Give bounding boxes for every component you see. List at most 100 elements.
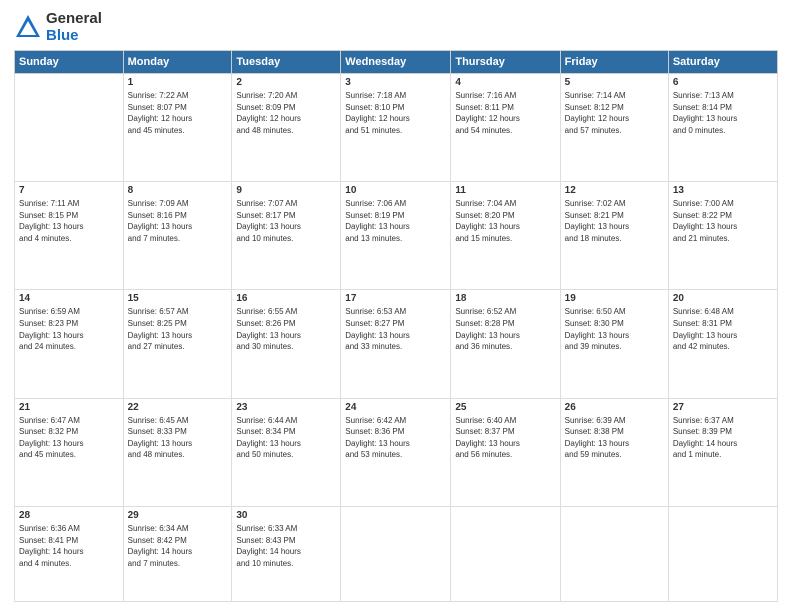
calendar-cell: [451, 506, 560, 601]
calendar-cell: 10 Sunrise: 7:06 AM Sunset: 8:19 PM Dayli…: [341, 182, 451, 290]
day-number: 23: [236, 402, 336, 413]
calendar-cell: 11 Sunrise: 7:04 AM Sunset: 8:20 PM Dayli…: [451, 182, 560, 290]
calendar-cell: 17Sunrise: 6:53 AM Sunset: 8:27 PM Dayli…: [341, 290, 451, 398]
day-number: 3: [345, 77, 446, 88]
day-number: 29: [128, 510, 228, 521]
day-info: Sunrise: 6:37 AM Sunset: 8:39 PM Dayligh…: [673, 415, 773, 461]
calendar-cell: 18 Sunrise: 6:52 AM Sunset: 8:28 PM Dayli…: [451, 290, 560, 398]
calendar-cell: 5 Sunrise: 7:14 AM Sunset: 8:12 PM Daylig…: [560, 74, 668, 182]
calendar-cell: 2Sunrise: 7:20 AM Sunset: 8:09 PM Daylig…: [232, 74, 341, 182]
logo-text: General Blue: [46, 10, 102, 44]
day-number: 24: [345, 402, 446, 413]
calendar-cell: 8 Sunrise: 7:09 AM Sunset: 8:16 PM Daylig…: [123, 182, 232, 290]
calendar-cell: 14 Sunrise: 6:59 AM Sunset: 8:23 PM Dayli…: [15, 290, 124, 398]
day-number: 12: [565, 185, 664, 196]
col-header-friday: Friday: [560, 51, 668, 74]
calendar-cell: 13 Sunrise: 7:00 AM Sunset: 8:22 PM Dayli…: [668, 182, 777, 290]
day-number: 26: [565, 402, 664, 413]
day-info: Sunrise: 6:48 AM Sunset: 8:31 PM Dayligh…: [673, 306, 773, 352]
calendar-cell: 29 Sunrise: 6:34 AM Sunset: 8:42 PM Dayli…: [123, 506, 232, 601]
logo-icon: [14, 13, 42, 41]
calendar-cell: 22 Sunrise: 6:45 AM Sunset: 8:33 PM Dayli…: [123, 398, 232, 506]
calendar-cell: 6 Sunrise: 7:13 AM Sunset: 8:14 PM Daylig…: [668, 74, 777, 182]
day-number: 14: [19, 293, 119, 304]
day-number: 30: [236, 510, 336, 521]
day-number: 21: [19, 402, 119, 413]
day-number: 19: [565, 293, 664, 304]
day-info: Sunrise: 7:18 AM Sunset: 8:10 PM Dayligh…: [345, 90, 446, 136]
calendar-cell: 23 Sunrise: 6:44 AM Sunset: 8:34 PM Dayli…: [232, 398, 341, 506]
day-info: Sunrise: 7:09 AM Sunset: 8:16 PM Dayligh…: [128, 198, 228, 244]
day-number: 15: [128, 293, 228, 304]
day-number: 10: [345, 185, 446, 196]
day-info: Sunrise: 6:57 AM Sunset: 8:25 PM Dayligh…: [128, 306, 228, 352]
day-info: Sunrise: 7:16 AM Sunset: 8:11 PM Dayligh…: [455, 90, 555, 136]
day-info: Sunrise: 6:36 AM Sunset: 8:41 PM Dayligh…: [19, 523, 119, 569]
day-number: 4: [455, 77, 555, 88]
day-number: 22: [128, 402, 228, 413]
header-row: SundayMondayTuesdayWednesdayThursdayFrid…: [15, 51, 778, 74]
col-header-saturday: Saturday: [668, 51, 777, 74]
calendar-cell: 24 Sunrise: 6:42 AM Sunset: 8:36 PM Dayli…: [341, 398, 451, 506]
page: General Blue SundayMondayTuesdayWednesda…: [0, 0, 792, 612]
calendar-cell: 4 Sunrise: 7:16 AM Sunset: 8:11 PM Daylig…: [451, 74, 560, 182]
day-number: 7: [19, 185, 119, 196]
calendar-cell: 25Sunrise: 6:40 AM Sunset: 8:37 PM Dayli…: [451, 398, 560, 506]
day-number: 2: [236, 77, 336, 88]
calendar-cell: [560, 506, 668, 601]
day-info: Sunrise: 7:02 AM Sunset: 8:21 PM Dayligh…: [565, 198, 664, 244]
day-info: Sunrise: 6:50 AM Sunset: 8:30 PM Dayligh…: [565, 306, 664, 352]
week-row-2: 14 Sunrise: 6:59 AM Sunset: 8:23 PM Dayli…: [15, 290, 778, 398]
logo: General Blue: [14, 10, 102, 44]
day-number: 6: [673, 77, 773, 88]
calendar-cell: 16 Sunrise: 6:55 AM Sunset: 8:26 PM Dayli…: [232, 290, 341, 398]
day-info: Sunrise: 6:47 AM Sunset: 8:32 PM Dayligh…: [19, 415, 119, 461]
calendar-cell: [341, 506, 451, 601]
day-info: Sunrise: 6:40 AM Sunset: 8:37 PM Dayligh…: [455, 415, 555, 461]
calendar-cell: 15 Sunrise: 6:57 AM Sunset: 8:25 PM Dayli…: [123, 290, 232, 398]
day-number: 16: [236, 293, 336, 304]
day-number: 5: [565, 77, 664, 88]
calendar-cell: 1 Sunrise: 7:22 AM Sunset: 8:07 PM Daylig…: [123, 74, 232, 182]
day-info: Sunrise: 6:59 AM Sunset: 8:23 PM Dayligh…: [19, 306, 119, 352]
day-number: 13: [673, 185, 773, 196]
week-row-1: 7 Sunrise: 7:11 AM Sunset: 8:15 PM Daylig…: [15, 182, 778, 290]
day-info: Sunrise: 6:34 AM Sunset: 8:42 PM Dayligh…: [128, 523, 228, 569]
week-row-0: 1 Sunrise: 7:22 AM Sunset: 8:07 PM Daylig…: [15, 74, 778, 182]
day-info: Sunrise: 6:45 AM Sunset: 8:33 PM Dayligh…: [128, 415, 228, 461]
col-header-thursday: Thursday: [451, 51, 560, 74]
day-number: 28: [19, 510, 119, 521]
col-header-sunday: Sunday: [15, 51, 124, 74]
day-number: 8: [128, 185, 228, 196]
day-info: Sunrise: 7:06 AM Sunset: 8:19 PM Dayligh…: [345, 198, 446, 244]
day-info: Sunrise: 6:44 AM Sunset: 8:34 PM Dayligh…: [236, 415, 336, 461]
day-info: Sunrise: 6:52 AM Sunset: 8:28 PM Dayligh…: [455, 306, 555, 352]
table-body: 1 Sunrise: 7:22 AM Sunset: 8:07 PM Daylig…: [15, 74, 778, 602]
day-info: Sunrise: 6:39 AM Sunset: 8:38 PM Dayligh…: [565, 415, 664, 461]
day-info: Sunrise: 7:22 AM Sunset: 8:07 PM Dayligh…: [128, 90, 228, 136]
day-info: Sunrise: 6:55 AM Sunset: 8:26 PM Dayligh…: [236, 306, 336, 352]
calendar-table: SundayMondayTuesdayWednesdayThursdayFrid…: [14, 50, 778, 602]
col-header-monday: Monday: [123, 51, 232, 74]
day-number: 27: [673, 402, 773, 413]
table-header: SundayMondayTuesdayWednesdayThursdayFrid…: [15, 51, 778, 74]
day-info: Sunrise: 7:07 AM Sunset: 8:17 PM Dayligh…: [236, 198, 336, 244]
calendar-cell: 21 Sunrise: 6:47 AM Sunset: 8:32 PM Dayli…: [15, 398, 124, 506]
calendar-cell: 20 Sunrise: 6:48 AM Sunset: 8:31 PM Dayli…: [668, 290, 777, 398]
calendar-cell: 9Sunrise: 7:07 AM Sunset: 8:17 PM Daylig…: [232, 182, 341, 290]
day-info: Sunrise: 7:11 AM Sunset: 8:15 PM Dayligh…: [19, 198, 119, 244]
day-info: Sunrise: 7:13 AM Sunset: 8:14 PM Dayligh…: [673, 90, 773, 136]
calendar-cell: [15, 74, 124, 182]
day-number: 11: [455, 185, 555, 196]
day-info: Sunrise: 7:04 AM Sunset: 8:20 PM Dayligh…: [455, 198, 555, 244]
day-number: 18: [455, 293, 555, 304]
day-info: Sunrise: 7:14 AM Sunset: 8:12 PM Dayligh…: [565, 90, 664, 136]
calendar-cell: 30Sunrise: 6:33 AM Sunset: 8:43 PM Dayli…: [232, 506, 341, 601]
day-info: Sunrise: 7:00 AM Sunset: 8:22 PM Dayligh…: [673, 198, 773, 244]
calendar-cell: 19 Sunrise: 6:50 AM Sunset: 8:30 PM Dayli…: [560, 290, 668, 398]
day-number: 1: [128, 77, 228, 88]
day-info: Sunrise: 6:42 AM Sunset: 8:36 PM Dayligh…: [345, 415, 446, 461]
calendar-cell: 12 Sunrise: 7:02 AM Sunset: 8:21 PM Dayli…: [560, 182, 668, 290]
day-info: Sunrise: 6:53 AM Sunset: 8:27 PM Dayligh…: [345, 306, 446, 352]
day-number: 20: [673, 293, 773, 304]
